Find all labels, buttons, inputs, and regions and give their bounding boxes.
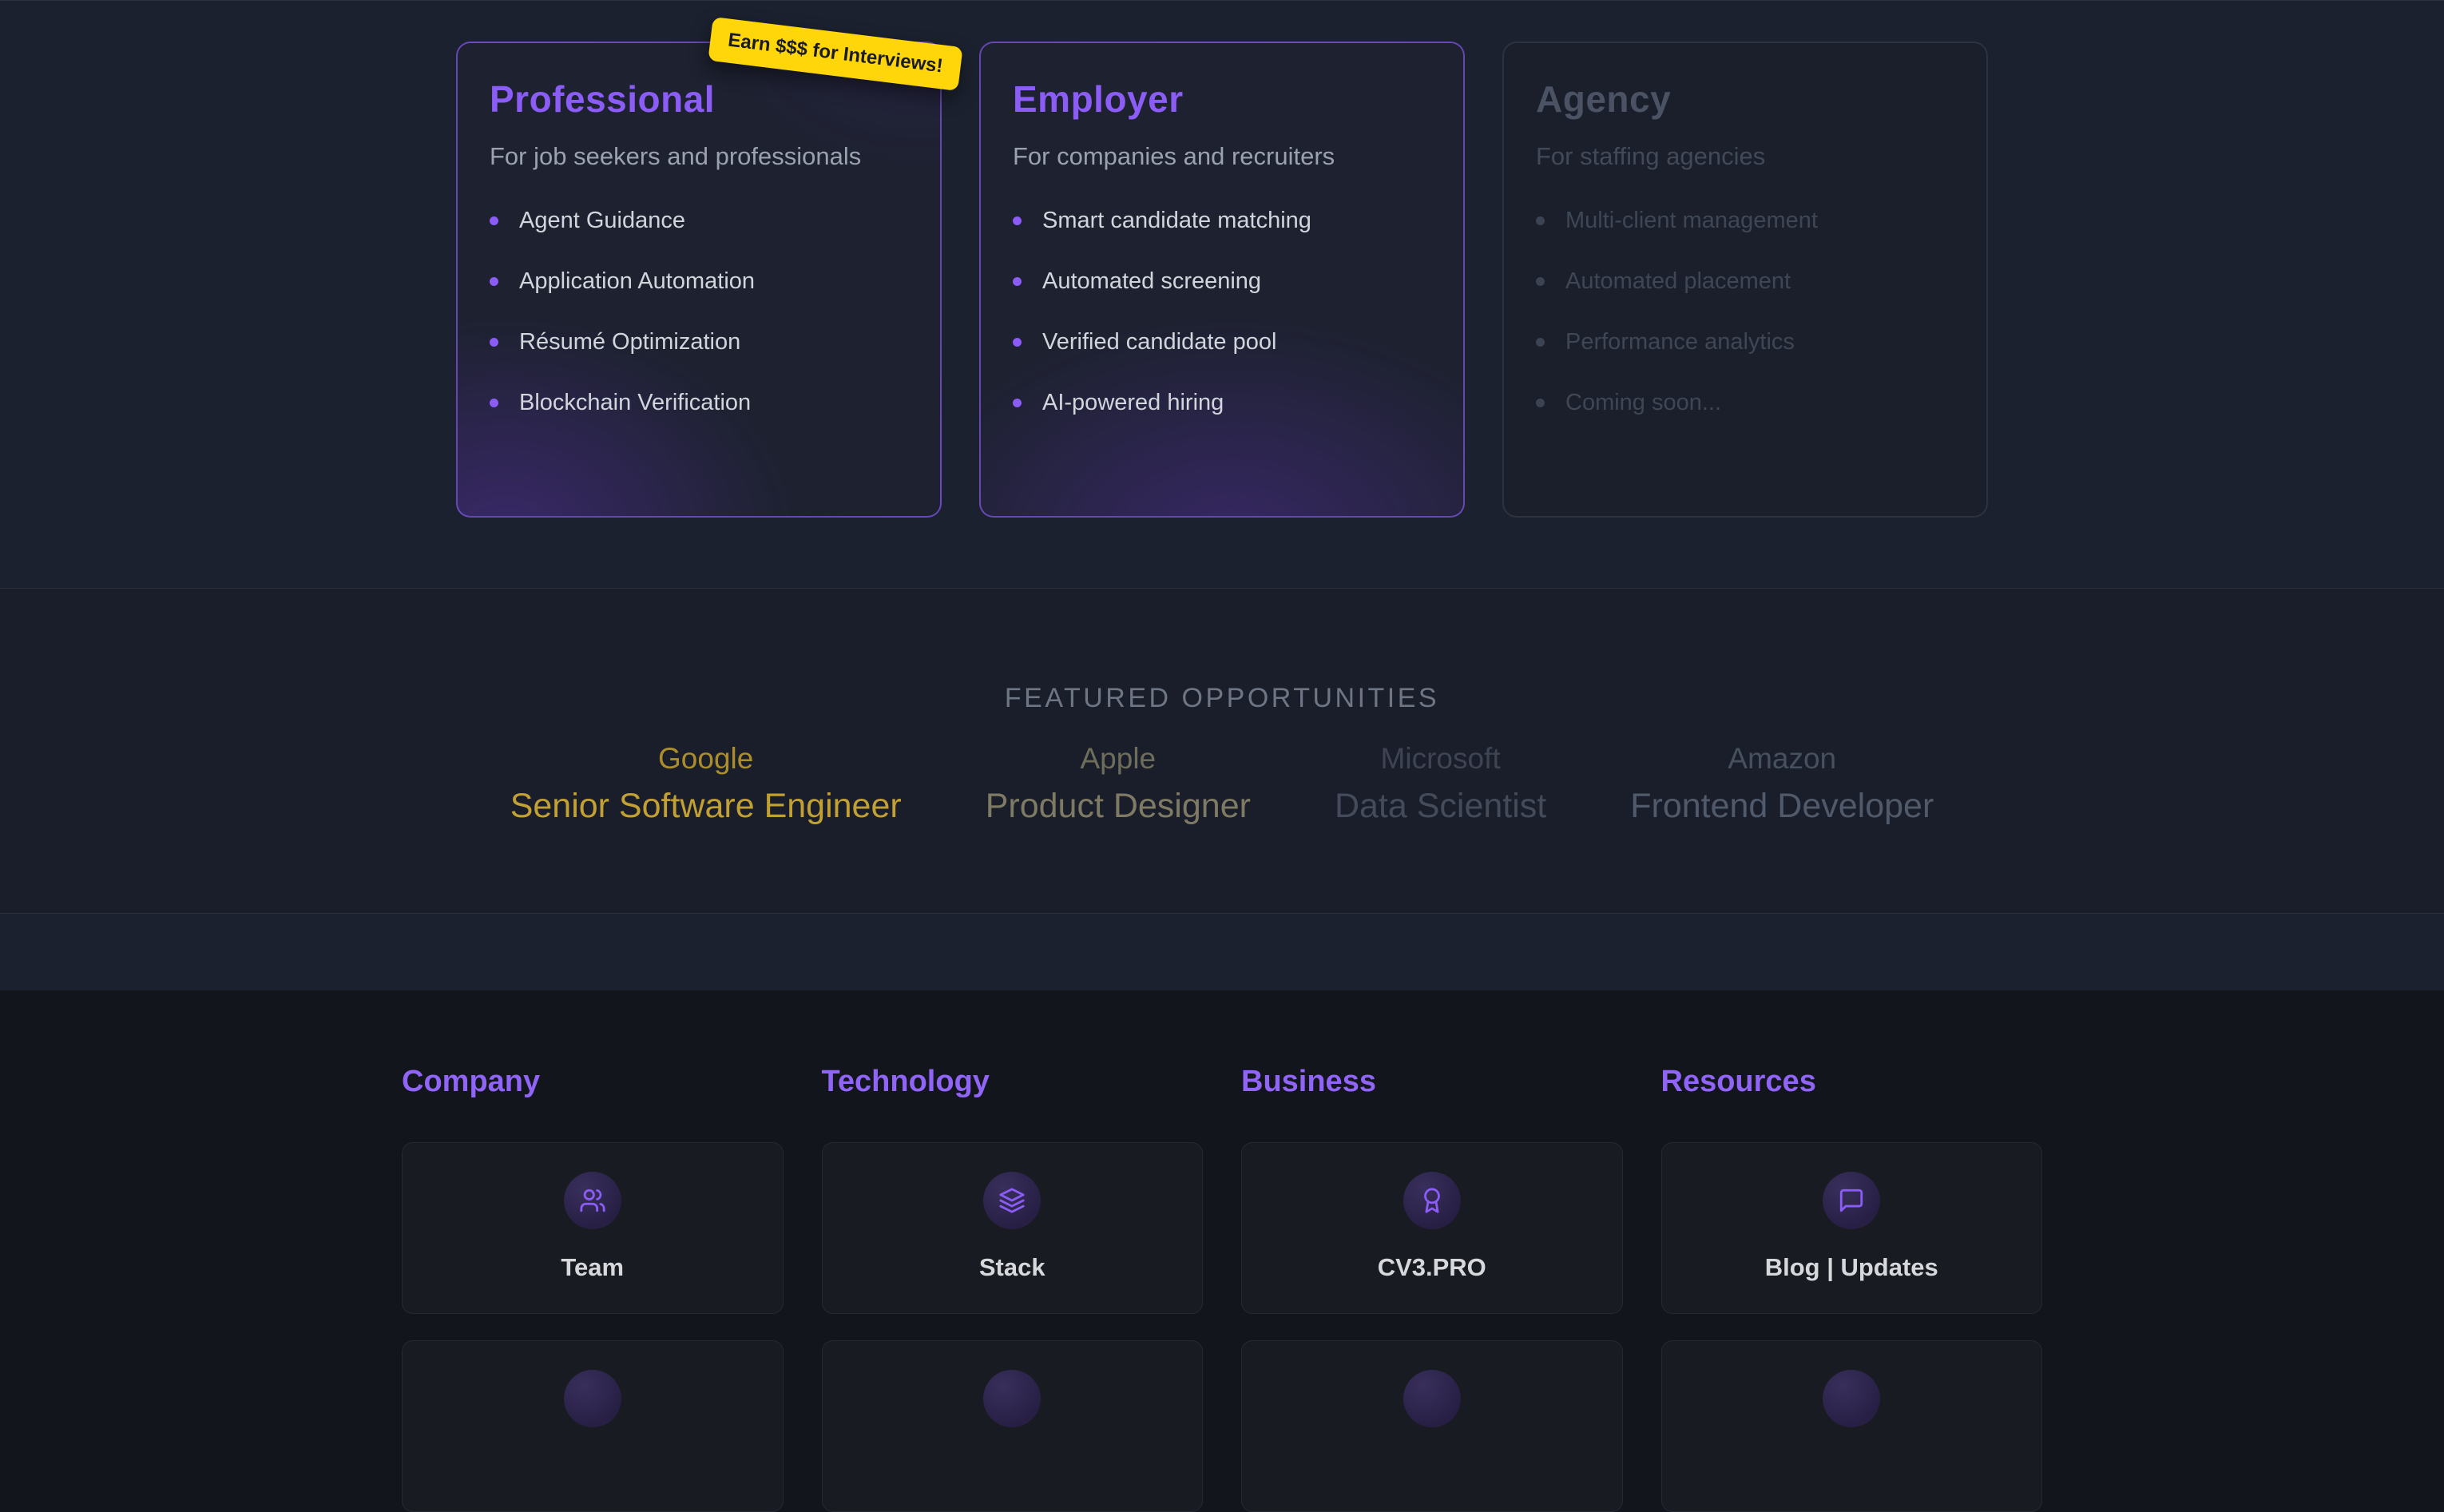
plan-feature-list: Agent Guidance Application Automation Ré… xyxy=(490,208,908,416)
plan-card-professional[interactable]: Professional For job seekers and profess… xyxy=(456,42,942,518)
plan-title: Employer xyxy=(1013,78,1431,121)
plan-feature: Coming soon... xyxy=(1536,390,1954,416)
plan-feature-list: Multi-client management Automated placem… xyxy=(1536,208,1954,416)
plan-feature: Multi-client management xyxy=(1536,208,1954,234)
landing-page: Earn $$$ for Interviews! Professional Fo… xyxy=(0,0,2444,1376)
footer-column-business: Business CV3.PRO xyxy=(1241,1064,1623,1512)
plan-feature: Automated placement xyxy=(1536,268,1954,295)
plan-feature: Application Automation xyxy=(490,268,908,295)
footer-heading-technology: Technology xyxy=(822,1064,1204,1101)
plan-feature: Blockchain Verification xyxy=(490,390,908,416)
icon-circle xyxy=(564,1370,621,1427)
plan-feature: Verified candidate pool xyxy=(1013,329,1431,355)
footer-card-partial[interactable] xyxy=(1661,1340,2043,1512)
footer-card-stack[interactable]: Stack xyxy=(822,1142,1204,1314)
bullet-dot-icon xyxy=(1536,277,1545,286)
icon-circle xyxy=(1403,1370,1461,1427)
bullet-dot-icon xyxy=(490,277,498,286)
plan-cards-row: Professional For job seekers and profess… xyxy=(456,42,1988,518)
plan-feature: Smart candidate matching xyxy=(1013,208,1431,234)
bullet-dot-icon xyxy=(1013,216,1022,225)
footer-heading-business: Business xyxy=(1241,1064,1623,1101)
section-divider-band xyxy=(0,914,2444,990)
award-icon xyxy=(1403,1172,1461,1229)
users-icon xyxy=(564,1172,621,1229)
bullet-dot-icon xyxy=(1013,399,1022,407)
footer-column-technology: Technology Stack xyxy=(822,1064,1204,1512)
plan-card-employer[interactable]: Employer For companies and recruiters Sm… xyxy=(979,42,1465,518)
featured-heading: FEATURED OPPORTUNITIES xyxy=(0,589,2444,714)
plan-card-agency-disabled: Agency For staffing agencies Multi-clien… xyxy=(1502,42,1988,518)
footer-card-cv3pro[interactable]: CV3.PRO xyxy=(1241,1142,1623,1314)
bullet-dot-icon xyxy=(1536,399,1545,407)
job-role: Product Designer xyxy=(986,786,1251,827)
plan-title: Professional xyxy=(490,78,908,121)
footer: Company Team Technology Stack xyxy=(0,990,2444,1376)
footer-card-partial[interactable] xyxy=(1241,1340,1623,1512)
bullet-dot-icon xyxy=(1536,338,1545,347)
pricing-section: Earn $$$ for Interviews! Professional Fo… xyxy=(0,0,2444,589)
message-icon xyxy=(1823,1172,1880,1229)
footer-grid: Company Team Technology Stack xyxy=(402,990,2042,1512)
bullet-dot-icon xyxy=(1013,277,1022,286)
footer-heading-resources: Resources xyxy=(1661,1064,2043,1101)
footer-column-resources: Resources Blog | Updates xyxy=(1661,1064,2043,1512)
icon-circle xyxy=(1823,1370,1880,1427)
plan-title: Agency xyxy=(1536,78,1954,121)
footer-card-label: Blog | Updates xyxy=(1765,1253,1938,1282)
bullet-dot-icon xyxy=(490,216,498,225)
job-role: Data Scientist xyxy=(1335,786,1546,827)
job-item-apple[interactable]: Apple Product Designer xyxy=(986,741,1251,827)
bullet-dot-icon xyxy=(490,338,498,347)
job-company: Microsoft xyxy=(1335,741,1546,776)
featured-opportunities-section: FEATURED OPPORTUNITIES Google Senior Sof… xyxy=(0,589,2444,914)
icon-circle xyxy=(983,1370,1041,1427)
job-item-microsoft[interactable]: Microsoft Data Scientist xyxy=(1335,741,1546,827)
plan-feature: Performance analytics xyxy=(1536,329,1954,355)
plan-description: For staffing agencies xyxy=(1536,141,1954,171)
plan-feature: Agent Guidance xyxy=(490,208,908,234)
plan-feature-list: Smart candidate matching Automated scree… xyxy=(1013,208,1431,416)
plan-description: For companies and recruiters xyxy=(1013,141,1431,171)
footer-card-label: Team xyxy=(561,1253,624,1282)
footer-heading-company: Company xyxy=(402,1064,784,1101)
bullet-dot-icon xyxy=(1536,216,1545,225)
footer-card-label: Stack xyxy=(979,1253,1045,1282)
bullet-dot-icon xyxy=(1013,338,1022,347)
footer-card-team[interactable]: Team xyxy=(402,1142,784,1314)
footer-card-blog[interactable]: Blog | Updates xyxy=(1661,1142,2043,1314)
job-role: Frontend Developer xyxy=(1630,786,1934,827)
footer-column-company: Company Team xyxy=(402,1064,784,1512)
plan-description: For job seekers and professionals xyxy=(490,141,908,171)
plan-feature: Résumé Optimization xyxy=(490,329,908,355)
job-item-google[interactable]: Google Senior Software Engineer xyxy=(510,741,902,827)
plan-feature: AI-powered hiring xyxy=(1013,390,1431,416)
job-item-amazon[interactable]: Amazon Frontend Developer xyxy=(1630,741,1934,827)
bullet-dot-icon xyxy=(490,399,498,407)
footer-card-label: CV3.PRO xyxy=(1378,1253,1486,1282)
job-company: Amazon xyxy=(1630,741,1934,776)
job-company: Apple xyxy=(986,741,1251,776)
footer-card-partial[interactable] xyxy=(402,1340,784,1512)
job-role: Senior Software Engineer xyxy=(510,786,902,827)
featured-jobs-row: Google Senior Software Engineer Apple Pr… xyxy=(0,741,2444,827)
plan-feature: Automated screening xyxy=(1013,268,1431,295)
layers-icon xyxy=(983,1172,1041,1229)
footer-card-partial[interactable] xyxy=(822,1340,1204,1512)
job-company: Google xyxy=(510,741,902,776)
